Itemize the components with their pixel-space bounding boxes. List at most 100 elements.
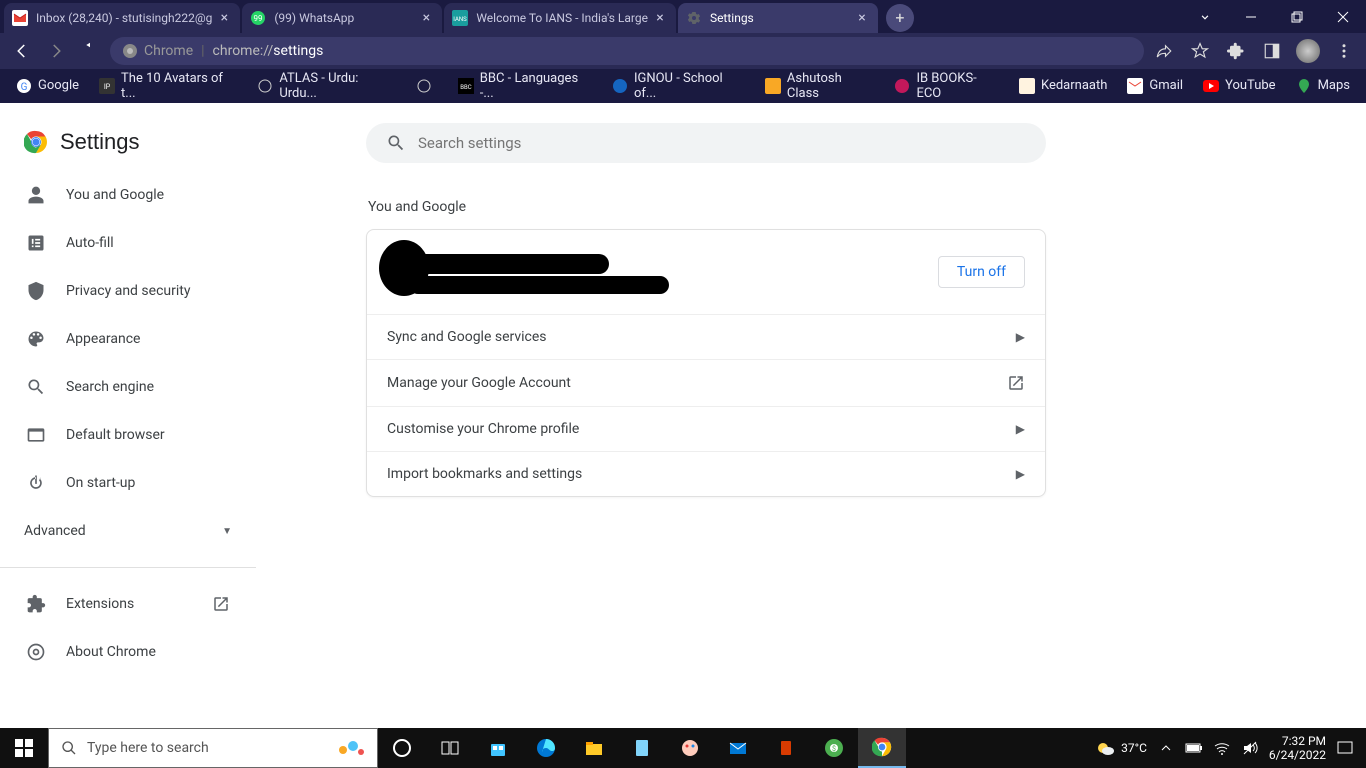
svg-text:99: 99 [254, 14, 263, 23]
task-view-icon[interactable] [426, 728, 474, 768]
bookmark-maps[interactable]: Maps [1288, 74, 1358, 98]
tab-whatsapp[interactable]: 99 (99) WhatsApp × [242, 3, 442, 33]
svg-text:BBC: BBC [460, 84, 471, 91]
search-highlights-icon [333, 736, 369, 760]
person-icon [26, 185, 46, 205]
chrome-outline-icon [26, 642, 46, 662]
close-icon[interactable]: × [652, 10, 668, 26]
tab-search-button[interactable] [1182, 0, 1228, 33]
wifi-icon[interactable] [1213, 739, 1231, 757]
close-icon[interactable]: × [216, 10, 232, 26]
bookmark-ignou[interactable]: IGNOU - School of... [604, 67, 753, 105]
svg-text:$: $ [832, 745, 836, 753]
cortana-icon[interactable] [378, 728, 426, 768]
chrome-logo-icon [24, 130, 48, 154]
sidepanel-icon[interactable] [1258, 37, 1286, 65]
taskbar-search[interactable]: Type here to search [48, 728, 378, 768]
forward-button[interactable] [42, 37, 70, 65]
gmail-icon [12, 10, 28, 26]
bookmark-avatars[interactable]: IPThe 10 Avatars of t... [91, 67, 245, 105]
profile-avatar[interactable] [1294, 37, 1322, 65]
sidebar-advanced-toggle[interactable]: Advanced▼ [0, 511, 256, 551]
share-icon[interactable] [1150, 37, 1178, 65]
mail-icon[interactable] [714, 728, 762, 768]
tab-ians[interactable]: IANS Welcome To IANS - India's Large × [444, 3, 676, 33]
notes-icon[interactable] [618, 728, 666, 768]
minimize-button[interactable] [1228, 0, 1274, 33]
weather-widget[interactable]: 37°C [1095, 738, 1147, 758]
class-icon [765, 78, 781, 94]
bookmark-ashutosh[interactable]: Ashutosh Class [757, 67, 883, 105]
chevron-right-icon: ▶ [1016, 422, 1025, 436]
tray-chevron-icon[interactable] [1157, 739, 1175, 757]
row-import-bookmarks[interactable]: Import bookmarks and settings▶ [367, 452, 1045, 496]
sidebar-item-about[interactable]: About Chrome [8, 632, 248, 672]
turn-off-button[interactable]: Turn off [938, 256, 1025, 288]
search-field[interactable] [418, 134, 1026, 152]
settings-search-input[interactable] [366, 123, 1046, 163]
reload-button[interactable] [76, 37, 104, 65]
new-tab-button[interactable]: + [886, 4, 914, 32]
bookmark-kedarnath[interactable]: Kedarnaath [1011, 74, 1115, 98]
settings-title: Settings [60, 129, 140, 155]
row-sync-services[interactable]: Sync and Google services▶ [367, 315, 1045, 360]
settings-main: You and Google Turn off Sync and Google … [256, 103, 1366, 728]
address-bar[interactable]: Chrome | chrome://settings [110, 37, 1144, 65]
sidebar-item-default-browser[interactable]: Default browser [8, 415, 248, 455]
bookmark-youtube[interactable]: YouTube [1195, 74, 1284, 98]
tab-title: Settings [710, 11, 850, 25]
back-button[interactable] [8, 37, 36, 65]
sidebar-item-startup[interactable]: On start-up [8, 463, 248, 503]
bookmark-star-icon[interactable] [1186, 37, 1214, 65]
sidebar-item-extensions[interactable]: Extensions [8, 584, 248, 624]
ians-icon: IANS [452, 10, 468, 26]
maximize-button[interactable] [1274, 0, 1320, 33]
explorer-icon[interactable] [570, 728, 618, 768]
you-and-google-card: Turn off Sync and Google services▶ Manag… [366, 229, 1046, 497]
taskbar-apps: $ [378, 728, 906, 768]
chrome-canary-icon[interactable]: $ [810, 728, 858, 768]
store-icon[interactable] [474, 728, 522, 768]
sidebar-item-privacy[interactable]: Privacy and security [8, 271, 248, 311]
chrome-secure-icon: Chrome [122, 43, 193, 59]
close-icon[interactable]: × [854, 10, 870, 26]
close-icon[interactable]: × [418, 10, 434, 26]
power-icon [26, 473, 46, 493]
sidebar-item-autofill[interactable]: Auto-fill [8, 223, 248, 263]
volume-icon[interactable] [1241, 739, 1259, 757]
tab-settings[interactable]: Settings × [678, 3, 878, 33]
edge-icon[interactable] [522, 728, 570, 768]
browser-titlebar: Inbox (28,240) - stutisingh222@g × 99 (9… [0, 0, 1366, 33]
bookmark-ibbooks[interactable]: IB BOOKS-ECO [886, 67, 1007, 105]
notifications-icon[interactable] [1336, 739, 1354, 757]
office-icon[interactable] [762, 728, 810, 768]
system-tray: 37°C 7:32 PM6/24/2022 [1095, 734, 1366, 763]
clock[interactable]: 7:32 PM6/24/2022 [1269, 734, 1326, 763]
whatsapp-icon: 99 [250, 10, 266, 26]
close-window-button[interactable] [1320, 0, 1366, 33]
tab-title: Inbox (28,240) - stutisingh222@g [36, 11, 212, 25]
sidebar-item-appearance[interactable]: Appearance [8, 319, 248, 359]
bookmark-google[interactable]: GGoogle [8, 74, 87, 98]
chevron-down-icon: ▼ [222, 526, 232, 537]
start-button[interactable] [0, 728, 48, 768]
paint-icon[interactable] [666, 728, 714, 768]
bookmark-blank[interactable] [408, 74, 446, 98]
tab-gmail[interactable]: Inbox (28,240) - stutisingh222@g × [4, 3, 240, 33]
bookmark-bbc[interactable]: BBCBBC - Languages -... [450, 67, 600, 105]
bookmark-gmail[interactable]: Gmail [1119, 74, 1191, 98]
section-heading: You and Google [368, 199, 1048, 215]
ignou-icon [612, 78, 628, 94]
chrome-taskbar-icon[interactable] [858, 728, 906, 768]
browser-icon [26, 425, 46, 445]
chevron-right-icon: ▶ [1016, 330, 1025, 344]
row-manage-account[interactable]: Manage your Google Account [367, 360, 1045, 407]
sidebar-item-search-engine[interactable]: Search engine [8, 367, 248, 407]
row-customise-profile[interactable]: Customise your Chrome profile▶ [367, 407, 1045, 452]
sidebar-item-you-and-google[interactable]: You and Google [8, 175, 248, 215]
extensions-icon[interactable] [1222, 37, 1250, 65]
battery-icon[interactable] [1185, 739, 1203, 757]
bookmark-atlas[interactable]: ATLAS - Urdu: Urdu... [249, 67, 403, 105]
external-link-icon [1007, 374, 1025, 392]
menu-icon[interactable] [1330, 37, 1358, 65]
